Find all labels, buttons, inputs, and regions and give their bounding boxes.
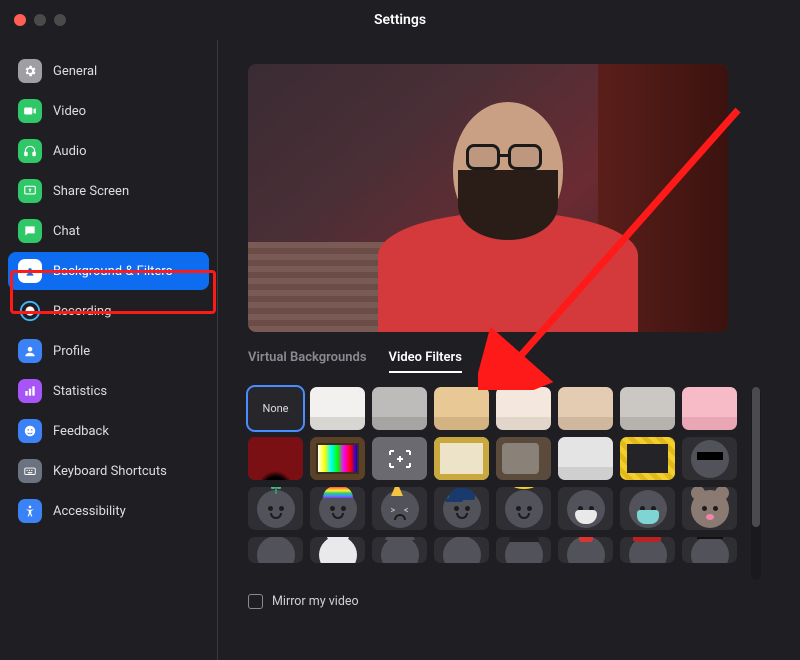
sidebar-item-share-screen[interactable]: Share Screen xyxy=(8,172,209,210)
sidebar-item-label: Accessibility xyxy=(53,504,126,519)
record-icon xyxy=(18,299,42,323)
filter-room-cream[interactable] xyxy=(496,387,551,430)
mirror-video-row[interactable]: Mirror my video xyxy=(248,594,770,609)
sidebar-item-label: Statistics xyxy=(53,384,107,399)
filter-old-tv[interactable] xyxy=(496,437,551,480)
sidebar-item-label: Profile xyxy=(53,344,90,359)
window-title: Settings xyxy=(374,12,426,28)
sidebar-item-video[interactable]: Video xyxy=(8,92,209,130)
sidebar-item-accessibility[interactable]: Accessibility xyxy=(8,492,209,530)
sidebar-item-profile[interactable]: Profile xyxy=(8,332,209,370)
sidebar-item-label: Share Screen xyxy=(53,184,129,199)
headphones-icon xyxy=(18,139,42,163)
filter-face-halo[interactable] xyxy=(496,487,551,530)
sidebar-item-label: Chat xyxy=(53,224,80,239)
filter-room-pink[interactable] xyxy=(682,387,737,430)
sidebar-item-label: Recording xyxy=(53,304,111,319)
video-icon xyxy=(18,99,42,123)
filter-face-beret[interactable] xyxy=(620,537,675,563)
share-screen-icon xyxy=(18,179,42,203)
filter-face-tophat[interactable] xyxy=(682,537,737,563)
filter-face-sprout[interactable] xyxy=(248,487,303,530)
sidebar-item-label: General xyxy=(53,64,97,79)
accessibility-icon xyxy=(18,499,42,523)
person-box-icon xyxy=(18,259,42,283)
sidebar-item-chat[interactable]: Chat xyxy=(8,212,209,250)
main-panel: Virtual Backgrounds Video Filters None xyxy=(218,40,800,660)
filter-face-bow[interactable] xyxy=(558,537,613,563)
filter-gold-frame[interactable] xyxy=(434,437,489,480)
gear-icon xyxy=(18,59,42,83)
profile-icon xyxy=(18,339,42,363)
filter-face-grad[interactable] xyxy=(434,537,489,563)
sidebar-item-background-filters[interactable]: Background & Filters xyxy=(8,252,209,290)
filter-emoji-frame[interactable] xyxy=(620,437,675,480)
mirror-label: Mirror my video xyxy=(272,594,359,609)
filters-tabs: Virtual Backgrounds Video Filters xyxy=(248,350,770,373)
sidebar-item-recording[interactable]: Recording xyxy=(8,292,209,330)
sidebar-item-label: Audio xyxy=(53,144,86,159)
video-preview xyxy=(248,64,728,332)
sidebar-item-feedback[interactable]: Feedback xyxy=(8,412,209,450)
filter-face-mouse[interactable] xyxy=(682,487,737,530)
filter-face-pirate[interactable] xyxy=(496,537,551,563)
settings-sidebar: General Video Audio Share Screen xyxy=(0,40,218,660)
sidebar-item-label: Keyboard Shortcuts xyxy=(53,464,167,479)
close-icon[interactable] xyxy=(14,14,26,26)
filter-face-cap[interactable] xyxy=(434,487,489,530)
sidebar-item-audio[interactable]: Audio xyxy=(8,132,209,170)
window-controls xyxy=(14,14,66,26)
filter-room-light[interactable] xyxy=(310,387,365,430)
scrollbar-thumb[interactable] xyxy=(752,387,760,527)
filter-face-surgical[interactable] xyxy=(620,487,675,530)
sidebar-item-label: Background & Filters xyxy=(53,264,172,279)
chat-icon xyxy=(18,219,42,243)
filters-grid: None xyxy=(248,387,737,580)
settings-window: Settings General Video Audio xyxy=(0,0,800,660)
mirror-checkbox[interactable] xyxy=(248,594,263,609)
stats-icon xyxy=(18,379,42,403)
filters-scrollbar[interactable] xyxy=(751,387,761,580)
feedback-icon xyxy=(18,419,42,443)
sidebar-item-label: Video xyxy=(53,104,86,119)
keyboard-icon xyxy=(18,459,42,483)
filter-theater[interactable] xyxy=(248,437,303,480)
filter-room-beige[interactable] xyxy=(558,387,613,430)
sidebar-item-keyboard-shortcuts[interactable]: Keyboard Shortcuts xyxy=(8,452,209,490)
filter-face-party[interactable]: >< xyxy=(372,487,427,530)
minimize-icon[interactable] xyxy=(34,14,46,26)
filter-face-rainbow[interactable] xyxy=(310,487,365,530)
maximize-icon[interactable] xyxy=(54,14,66,26)
filter-face-antlers[interactable]: ΨΨ xyxy=(248,537,303,563)
filter-room-tan[interactable] xyxy=(434,387,489,430)
filter-none[interactable]: None xyxy=(248,387,303,430)
tab-virtual-backgrounds[interactable]: Virtual Backgrounds xyxy=(248,350,367,373)
filter-room-stone[interactable] xyxy=(620,387,675,430)
sidebar-item-general[interactable]: General xyxy=(8,52,209,90)
filter-bw-room[interactable] xyxy=(558,437,613,480)
sidebar-item-statistics[interactable]: Statistics xyxy=(8,372,209,410)
tab-video-filters[interactable]: Video Filters xyxy=(389,350,462,373)
filter-face-n95[interactable] xyxy=(558,487,613,530)
titlebar: Settings xyxy=(0,0,800,40)
filter-crop-frame[interactable] xyxy=(372,437,427,480)
filter-tv-bars[interactable] xyxy=(310,437,365,480)
sidebar-item-label: Feedback xyxy=(53,424,109,439)
filter-deal-with-it[interactable] xyxy=(682,437,737,480)
filter-room-grey[interactable] xyxy=(372,387,427,430)
filter-face-bunny[interactable] xyxy=(310,537,365,563)
filter-face-cat[interactable] xyxy=(372,537,427,563)
